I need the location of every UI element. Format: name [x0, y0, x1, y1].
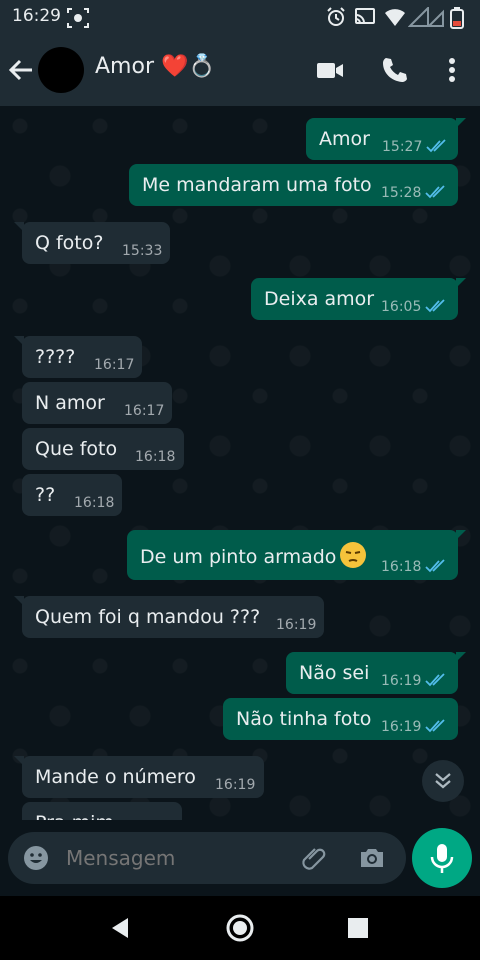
message-bubble[interactable]: Amor 15:27	[306, 118, 466, 160]
message-text: De um pinto armado	[140, 546, 337, 568]
cast-icon	[355, 8, 375, 24]
message-text: Não sei	[299, 662, 370, 684]
read-ticks-icon	[425, 673, 445, 687]
message-time: 16:18	[135, 449, 176, 465]
message-bubble[interactable]: Mande o número 16:19	[14, 756, 264, 798]
message-time: 15:28	[381, 185, 422, 201]
message-bubble[interactable]: Q foto? 15:33	[14, 222, 170, 264]
read-ticks-icon	[426, 139, 446, 153]
screenshot-icon	[67, 8, 89, 28]
mic-icon	[430, 844, 454, 873]
wifi-icon	[385, 9, 405, 26]
message-text: Mande o número	[35, 766, 196, 788]
double-chevron-down-icon	[435, 773, 451, 789]
phone-call-icon[interactable]	[378, 54, 410, 86]
nav-back-icon[interactable]	[104, 912, 136, 944]
contact-name[interactable]: Amor ❤️💍	[95, 54, 216, 79]
message-text: Deixa amor	[264, 288, 375, 310]
message-time: 16:17	[94, 357, 135, 373]
battery-icon	[450, 7, 464, 29]
read-ticks-icon	[425, 185, 445, 199]
nav-home-icon[interactable]	[224, 912, 256, 944]
message-time: 16:17	[124, 403, 165, 419]
read-ticks-icon	[425, 719, 445, 733]
message-text: Que foto	[35, 438, 118, 460]
video-call-icon[interactable]	[314, 54, 346, 86]
message-bubble[interactable]: ?? 16:18	[22, 474, 122, 516]
back-arrow-icon[interactable]	[6, 56, 36, 84]
system-navigation-bar	[0, 896, 480, 960]
message-text: N amor	[35, 392, 105, 414]
message-text: Quem foi q mandou ???	[35, 606, 261, 628]
message-time: 16:05	[381, 299, 422, 315]
message-time: 16:19	[381, 719, 422, 735]
message-time: 16:19	[215, 777, 256, 793]
message-time: 15:33	[122, 243, 163, 259]
nav-recents-icon[interactable]	[342, 912, 374, 944]
chat-header: Amor ❤️💍	[0, 34, 480, 106]
signal-icon	[408, 7, 429, 27]
read-ticks-icon	[425, 299, 445, 313]
message-composer	[8, 832, 406, 884]
voice-message-button[interactable]	[412, 828, 472, 888]
message-text: Q foto?	[35, 232, 104, 254]
avatar[interactable]	[38, 47, 84, 93]
message-time: 16:18	[381, 559, 422, 575]
message-bubble[interactable]: Me mandaram uma foto 15:28	[129, 164, 458, 206]
message-bubble[interactable]: Quem foi q mandou ??? 16:19	[14, 596, 324, 638]
message-text: ????	[35, 346, 76, 368]
signal-icon-2	[428, 9, 444, 27]
message-input[interactable]	[64, 845, 288, 871]
status-bar: 16:29	[0, 0, 480, 34]
emoji-icon[interactable]	[22, 844, 50, 872]
message-bubble[interactable]: ???? 16:17	[14, 336, 142, 378]
message-bubble[interactable]: Pra mim	[22, 802, 182, 820]
message-text: ??	[35, 484, 56, 506]
message-text: Amor	[319, 128, 370, 150]
read-ticks-icon	[425, 559, 445, 573]
message-bubble[interactable]: Deixa amor 16:05	[251, 278, 466, 320]
message-text: Pra mim	[35, 812, 114, 820]
message-bubble[interactable]: Que foto 16:18	[22, 428, 184, 470]
message-time: 16:19	[381, 673, 422, 689]
message-time: 15:27	[382, 139, 423, 155]
status-time: 16:29	[12, 6, 61, 26]
camera-icon[interactable]	[358, 844, 386, 872]
message-bubble[interactable]: De um pinto armado 16:18	[127, 530, 466, 580]
message-text: Me mandaram uma foto	[142, 174, 372, 196]
alarm-icon	[327, 7, 345, 26]
message-text: Não tinha foto	[236, 708, 372, 730]
chat-area[interactable]: Amor 15:27 Me mandaram uma foto 15:28 Q …	[0, 106, 480, 820]
message-bubble[interactable]: Não sei 16:19	[286, 652, 466, 694]
message-bubble[interactable]: Não tinha foto 16:19	[223, 698, 458, 740]
unamused-face-icon	[340, 542, 367, 568]
more-options-icon[interactable]	[436, 54, 468, 86]
message-time: 16:19	[276, 617, 317, 633]
message-time: 16:18	[74, 495, 115, 511]
scroll-to-bottom-button[interactable]	[422, 760, 464, 802]
attach-icon[interactable]	[300, 844, 328, 872]
message-bubble[interactable]: N amor 16:17	[22, 382, 172, 424]
